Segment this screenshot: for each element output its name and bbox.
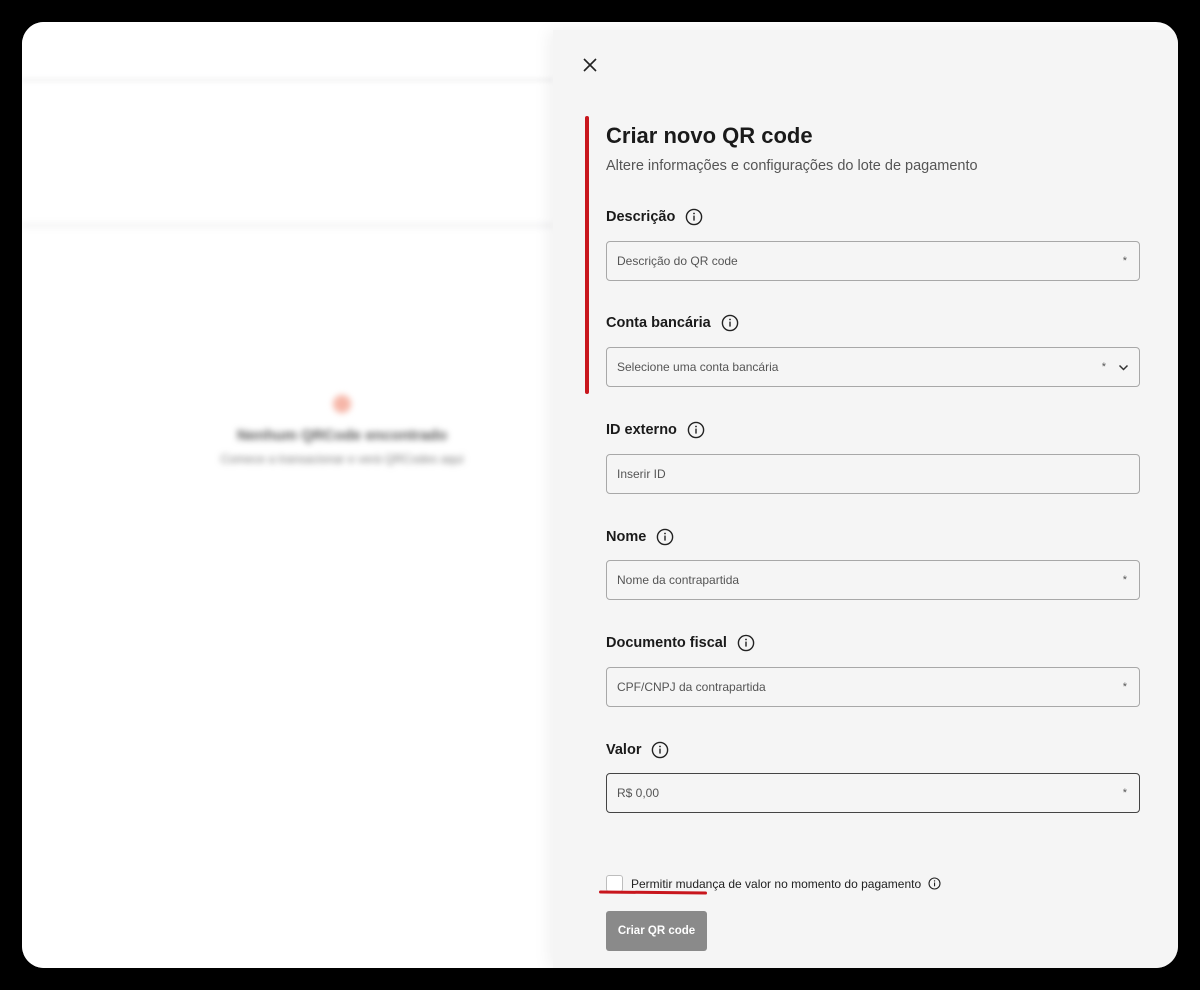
- nome-label-text: Nome: [606, 529, 647, 545]
- allow-value-change-checkbox[interactable]: [606, 875, 623, 892]
- required-marker: *: [1122, 681, 1127, 693]
- required-marker: *: [1122, 574, 1127, 586]
- allow-value-change-row: Permitir mudança de valor no momento do …: [606, 875, 941, 892]
- required-marker: *: [1101, 361, 1106, 373]
- annotation-mark-horizontal: [598, 890, 708, 895]
- info-icon[interactable]: [651, 741, 669, 759]
- conta-placeholder: Selecione uma conta bancária: [617, 360, 779, 374]
- empty-state-icon: [333, 395, 351, 413]
- documento-placeholder: CPF/CNPJ da contrapartida: [617, 680, 766, 694]
- info-icon[interactable]: [737, 634, 755, 652]
- background-page: Nenhum QRCode encontrado Comece a transa…: [22, 22, 553, 968]
- info-icon[interactable]: [685, 208, 703, 226]
- create-qr-drawer: Criar novo QR code Altere informações e …: [553, 30, 1178, 968]
- background-topbar: [22, 30, 553, 82]
- valor-placeholder: R$ 0,00: [617, 786, 660, 800]
- required-marker: *: [1122, 787, 1127, 799]
- page-subtitle: Altere informações e configurações do lo…: [606, 158, 978, 174]
- allow-value-change-label: Permitir mudança de valor no momento do …: [631, 876, 922, 891]
- descricao-input[interactable]: Descrição do QR code *: [606, 241, 1140, 281]
- close-button[interactable]: [579, 56, 601, 78]
- documento-input[interactable]: CPF/CNPJ da contrapartida *: [606, 667, 1140, 707]
- chevron-down-icon: [1118, 362, 1129, 373]
- descricao-label-text: Descrição: [606, 209, 676, 225]
- background-header: [22, 86, 553, 228]
- valor-input[interactable]: R$ 0,00 *: [606, 773, 1140, 813]
- annotation-mark-vertical: [585, 116, 589, 394]
- page-title: Criar novo QR code: [606, 123, 813, 148]
- nome-label: Nome: [606, 528, 674, 546]
- conta-select[interactable]: Selecione uma conta bancária *: [606, 347, 1140, 387]
- descricao-placeholder: Descrição do QR code: [617, 254, 738, 268]
- close-icon: [583, 57, 597, 77]
- id-externo-label-text: ID externo: [606, 422, 677, 438]
- nome-placeholder: Nome da contrapartida: [617, 573, 740, 587]
- conta-label: Conta bancária: [606, 314, 739, 332]
- info-icon[interactable]: [721, 314, 739, 332]
- valor-label-text: Valor: [606, 742, 642, 758]
- id-externo-input[interactable]: Inserir ID: [606, 454, 1140, 494]
- info-icon[interactable]: [656, 528, 674, 546]
- valor-label: Valor: [606, 741, 669, 759]
- app-window: Nenhum QRCode encontrado Comece a transa…: [22, 22, 1178, 968]
- create-qr-code-button[interactable]: Criar QR code: [606, 911, 707, 951]
- nome-input[interactable]: Nome da contrapartida *: [606, 560, 1140, 600]
- documento-label-text: Documento fiscal: [606, 635, 727, 651]
- id-externo-placeholder: Inserir ID: [617, 467, 666, 481]
- documento-label: Documento fiscal: [606, 634, 755, 652]
- info-icon[interactable]: [928, 877, 941, 890]
- id-externo-label: ID externo: [606, 421, 705, 439]
- descricao-label: Descrição: [606, 208, 703, 226]
- conta-label-text: Conta bancária: [606, 315, 711, 331]
- info-icon[interactable]: [687, 421, 705, 439]
- required-marker: *: [1122, 255, 1127, 267]
